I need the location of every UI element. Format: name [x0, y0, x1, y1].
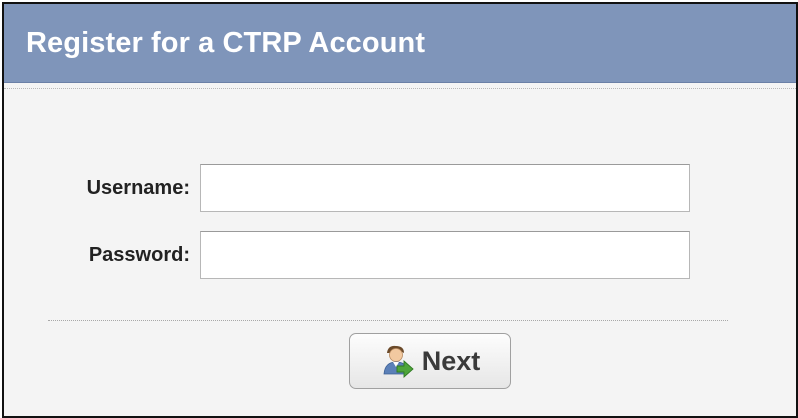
password-label: Password:: [88, 243, 190, 266]
next-label: Next: [421, 345, 481, 376]
button-divider: [48, 320, 728, 321]
password-input[interactable]: [200, 231, 690, 279]
header-divider: [4, 88, 796, 89]
next-button[interactable]: Next: [349, 333, 511, 389]
user-arrow-icon: [380, 344, 414, 379]
password-row: Password:: [4, 231, 690, 279]
page-title: Register for a CTRP Account: [26, 26, 426, 59]
registration-panel: Register for a CTRP Account Username: Pa…: [2, 2, 798, 418]
username-label: Username:: [86, 176, 190, 199]
username-input[interactable]: [200, 164, 690, 212]
panel-header: Register for a CTRP Account: [4, 4, 796, 83]
username-row: Username:: [4, 164, 690, 212]
